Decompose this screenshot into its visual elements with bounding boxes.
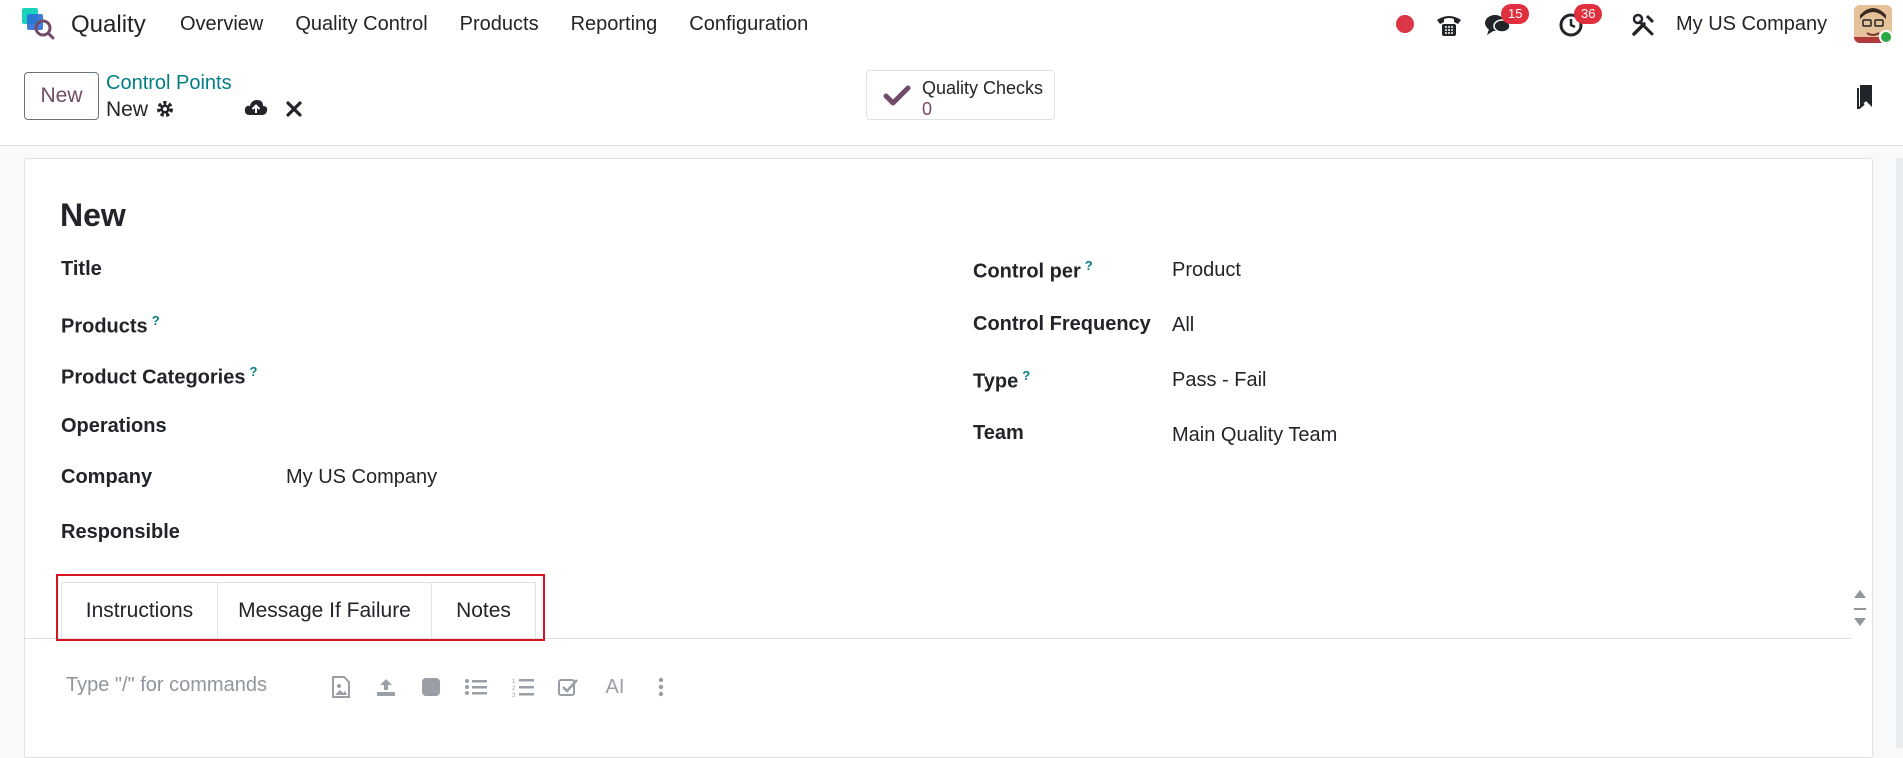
field-label-control-frequency: Control Frequency: [973, 313, 1151, 335]
team-select[interactable]: Main Quality Team: [1172, 424, 1337, 447]
quality-checks-smart-button[interactable]: Quality Checks 0: [866, 70, 1055, 120]
top-navbar: Quality Overview Quality Control Product…: [0, 0, 1903, 50]
checklist-icon[interactable]: [555, 674, 581, 700]
more-vertical-icon[interactable]: [648, 674, 674, 700]
field-label-responsible: Responsible: [61, 521, 180, 543]
control-panel: New Control Points New Quality Checks 0: [0, 50, 1903, 146]
stop-square-icon[interactable]: [418, 674, 444, 700]
bullet-list-icon[interactable]: [463, 674, 489, 700]
bookmark-icon[interactable]: [1857, 83, 1875, 114]
main-menu: Overview Quality Control Products Report…: [180, 13, 840, 36]
responsible-input[interactable]: [286, 521, 886, 549]
record-title[interactable]: New: [60, 197, 126, 234]
control-per-help-icon[interactable]: ?: [1085, 258, 1093, 273]
upload-icon[interactable]: [373, 674, 399, 700]
breadcrumb-current-record: New: [106, 98, 149, 121]
svg-text:3: 3: [512, 693, 516, 697]
title-input[interactable]: [286, 258, 886, 286]
breadcrumb-control-points[interactable]: Control Points: [106, 72, 232, 95]
field-label-team: Team: [973, 422, 1024, 444]
menu-item-reporting[interactable]: Reporting: [571, 13, 658, 36]
tools-icon[interactable]: [1628, 10, 1658, 40]
numbered-list-icon[interactable]: 123: [510, 674, 536, 700]
editor-input[interactable]: Type "/" for commands: [66, 674, 267, 697]
tabs-highlight-box: [56, 574, 545, 641]
editor-resize-handle-icon[interactable]: [1852, 586, 1868, 639]
menu-item-overview[interactable]: Overview: [180, 13, 263, 36]
app-name[interactable]: Quality: [71, 11, 146, 39]
type-help-icon[interactable]: ?: [1022, 368, 1030, 383]
field-label-title: Title: [61, 258, 102, 280]
field-label-operations: Operations: [61, 415, 167, 437]
type-select[interactable]: Pass - Fail: [1172, 369, 1266, 392]
page-scrollbar[interactable]: [1896, 158, 1903, 748]
image-icon[interactable]: [328, 674, 354, 700]
field-label-product-categories: Product Categories?: [61, 364, 258, 389]
field-label-control-per: Control per?: [973, 258, 1093, 283]
discard-close-icon[interactable]: [286, 101, 302, 122]
gear-icon[interactable]: [155, 99, 175, 124]
quality-checks-count: 0: [922, 99, 933, 119]
recording-dot-icon[interactable]: [1396, 15, 1414, 33]
activities-count-badge: 36: [1574, 4, 1603, 24]
quality-checks-label: Quality Checks: [922, 78, 1044, 98]
products-help-icon[interactable]: ?: [152, 313, 160, 328]
phone-icon[interactable]: [1434, 10, 1464, 40]
ai-tool-button[interactable]: AI: [602, 674, 628, 700]
messages-count-badge: 15: [1501, 4, 1530, 24]
field-label-company: Company: [61, 466, 153, 488]
svg-text:1: 1: [512, 679, 516, 685]
svg-text:2: 2: [512, 686, 516, 692]
company-input[interactable]: My US Company: [286, 466, 437, 489]
menu-item-quality-control[interactable]: Quality Control: [295, 13, 427, 36]
chat-icon[interactable]: 15: [1483, 4, 1530, 40]
field-label-type: Type?: [973, 368, 1031, 393]
field-label-products: Products?: [61, 313, 160, 338]
online-status-icon: [1879, 30, 1892, 43]
products-input[interactable]: [286, 313, 886, 341]
control-frequency-select[interactable]: All: [1172, 314, 1194, 337]
operations-input[interactable]: [286, 415, 886, 443]
menu-item-configuration[interactable]: Configuration: [689, 13, 808, 36]
product-categories-help-icon[interactable]: ?: [249, 364, 257, 379]
product-categories-input[interactable]: [286, 364, 886, 392]
check-icon: [883, 84, 911, 113]
clock-icon[interactable]: 36: [1556, 4, 1603, 40]
form-sheet: [24, 158, 1873, 758]
new-button[interactable]: New: [24, 72, 99, 120]
user-avatar[interactable]: [1854, 5, 1892, 43]
quality-app-logo-icon[interactable]: [22, 8, 56, 40]
menu-item-products[interactable]: Products: [460, 13, 539, 36]
save-cloud-icon[interactable]: [244, 98, 268, 123]
company-switcher[interactable]: My US Company: [1676, 13, 1827, 36]
control-per-select[interactable]: Product: [1172, 259, 1241, 282]
